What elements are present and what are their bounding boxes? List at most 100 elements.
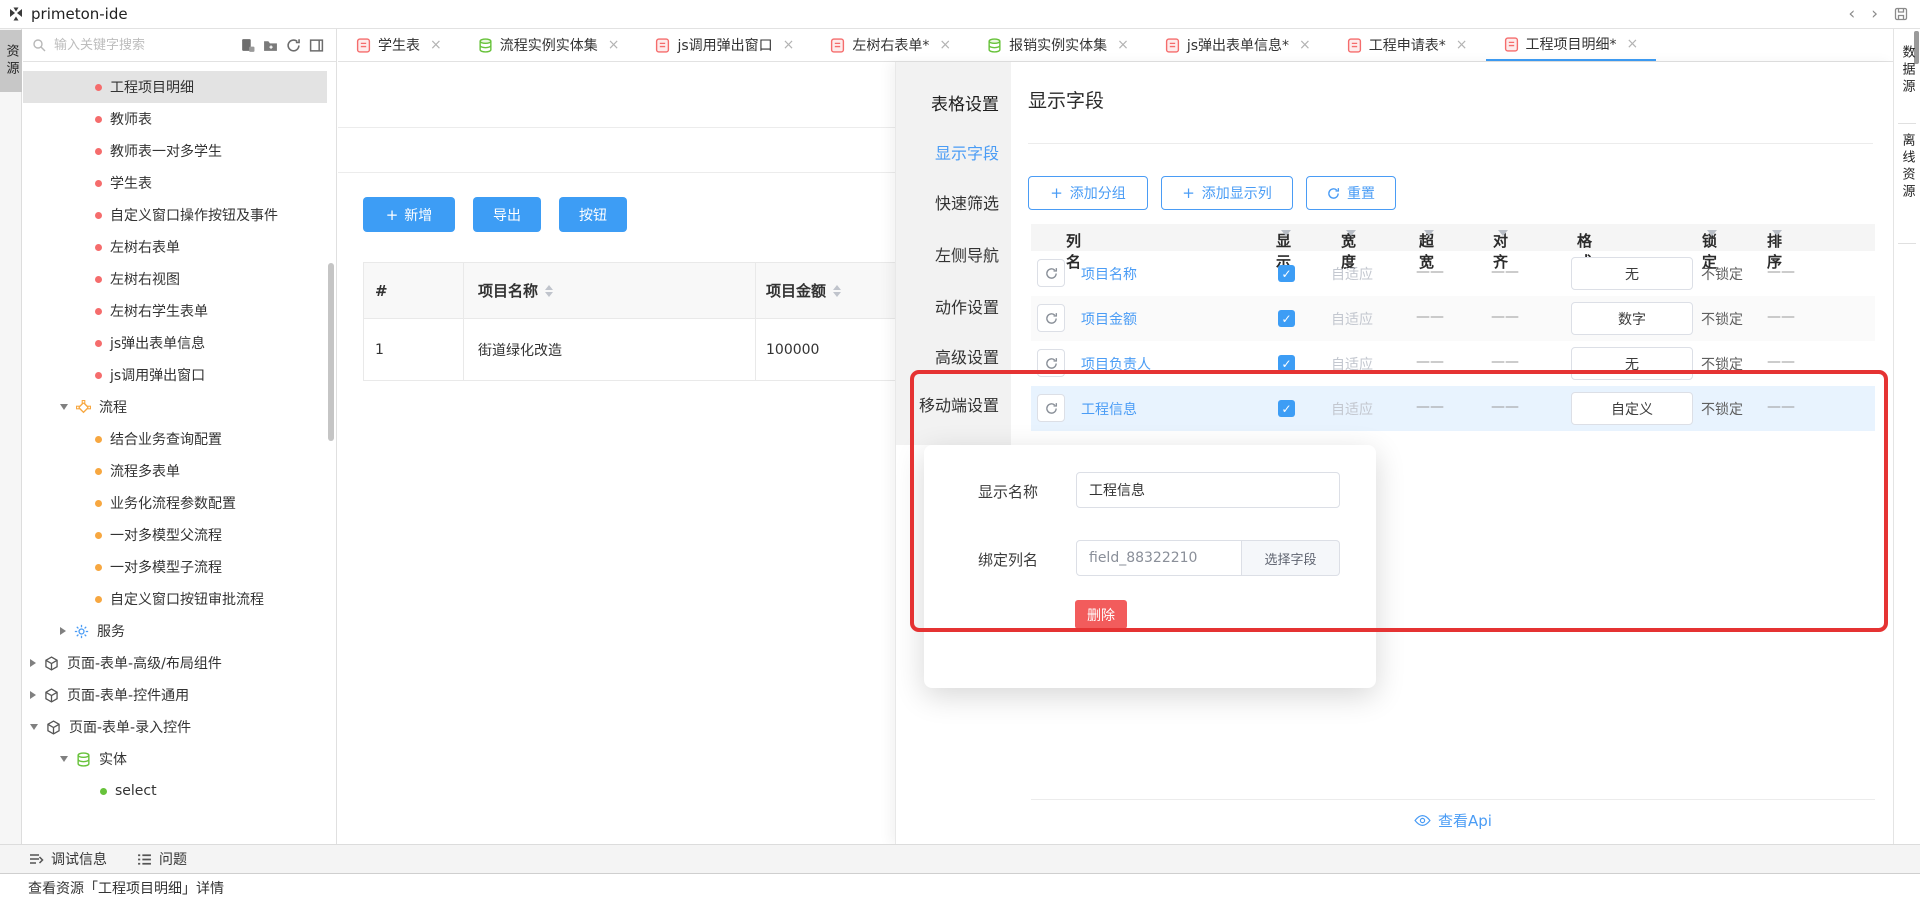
menu-item-action-settings[interactable]: 动作设置 [935, 294, 999, 318]
tab-js-popup-form-info[interactable]: js弹出表单信息* × [1147, 29, 1329, 61]
align-value[interactable]: —— [1491, 354, 1519, 370]
menu-item-left-nav[interactable]: 左侧导航 [935, 242, 999, 266]
chevron-down-icon[interactable] [60, 404, 68, 410]
tree-item[interactable]: 左树右视图 [23, 263, 327, 295]
collapse-panel-icon[interactable] [309, 38, 324, 53]
width-value[interactable]: 自适应 [1331, 264, 1373, 284]
width-value[interactable]: 自适应 [1331, 309, 1373, 329]
lock-value[interactable]: 不锁定 [1701, 399, 1743, 419]
tree-node-flow[interactable]: 流程 [23, 391, 327, 423]
sync-field-button[interactable] [1037, 304, 1065, 332]
save-icon[interactable] [1894, 7, 1908, 21]
menu-item-mobile-settings[interactable]: 移动端设置 [919, 392, 999, 416]
chevron-right-icon[interactable] [30, 691, 36, 699]
tree-item[interactable]: 自定义窗口操作按钮及事件 [23, 199, 327, 231]
field-name-link[interactable]: 项目负责人 [1081, 354, 1151, 374]
sort-icon[interactable] [833, 285, 841, 297]
menu-item-advanced-settings[interactable]: 高级设置 [935, 344, 999, 368]
chevron-right-icon[interactable] [30, 659, 36, 667]
tree-item[interactable]: 结合业务查询配置 [23, 423, 327, 455]
delete-button[interactable]: 删除 [1075, 600, 1127, 629]
lock-value[interactable]: 不锁定 [1701, 309, 1743, 329]
sort-value[interactable]: —— [1767, 264, 1795, 280]
locate-file-icon[interactable] [240, 38, 255, 53]
sync-field-button[interactable] [1037, 394, 1065, 422]
format-button[interactable]: 无 [1571, 257, 1693, 290]
tree-node-package[interactable]: 页面-表单-录入控件 [23, 711, 327, 743]
overwide-value[interactable]: —— [1416, 354, 1444, 370]
show-checkbox[interactable]: ✓ [1278, 355, 1295, 372]
new-folder-icon[interactable] [263, 38, 278, 53]
tab-reimburse-entity-set[interactable]: 报销实例实体集 × [969, 29, 1147, 61]
field-row[interactable]: 项目金额 ✓ 自适应 —— —— 数字 不锁定 —— [1031, 296, 1875, 341]
rail-tab-datasource[interactable]: 数据源 [1894, 45, 1920, 96]
format-button[interactable]: 无 [1571, 347, 1693, 380]
sync-field-button[interactable] [1037, 349, 1065, 377]
tab-process-entity-set[interactable]: 流程实例实体集 × [460, 29, 638, 61]
debug-info-tab[interactable]: 调试信息 [28, 849, 107, 869]
close-icon[interactable]: × [608, 37, 620, 53]
tree-item[interactable]: select [23, 775, 327, 807]
close-icon[interactable]: × [1627, 36, 1639, 52]
tab-project-apply-form[interactable]: 工程申请表* × [1329, 29, 1486, 61]
sidebar-scrollbar[interactable] [328, 263, 334, 441]
field-row-selected[interactable]: 工程信息 ✓ 自适应 —— —— 自定义 不锁定 —— [1031, 386, 1875, 431]
tree-item[interactable]: js弹出表单信息 [23, 327, 327, 359]
rail-tab-offline-resources[interactable]: 离线资源 [1894, 133, 1920, 201]
col-name-header[interactable]: 项目名称 [464, 263, 756, 318]
search-input[interactable] [52, 37, 222, 54]
chevron-down-icon[interactable] [30, 724, 38, 730]
add-display-column-button[interactable]: +添加显示列 [1161, 176, 1293, 210]
tab-student-table[interactable]: 学生表 × [338, 29, 460, 61]
sort-value[interactable]: —— [1767, 309, 1795, 325]
show-checkbox[interactable]: ✓ [1278, 400, 1295, 417]
export-button[interactable]: 导出 [473, 197, 541, 232]
field-row[interactable]: 项目名称 ✓ 自适应 —— —— 无 不锁定 —— [1031, 251, 1875, 296]
reset-button[interactable]: 重置 [1306, 176, 1396, 210]
history-forward-icon[interactable]: › [1871, 6, 1878, 23]
overwide-value[interactable]: —— [1416, 309, 1444, 325]
tree-item[interactable]: 教师表一对多学生 [23, 135, 327, 167]
field-row[interactable]: 项目负责人 ✓ 自适应 —— —— 无 不锁定 —— [1031, 341, 1875, 386]
overwide-value[interactable]: —— [1416, 399, 1444, 415]
tree-item[interactable]: 业务化流程参数配置 [23, 487, 327, 519]
display-name-input[interactable] [1076, 472, 1340, 508]
tree-node-package[interactable]: 页面-表单-高级/布局组件 [23, 647, 327, 679]
close-icon[interactable]: × [939, 37, 951, 53]
align-value[interactable]: —— [1491, 399, 1519, 415]
align-value[interactable]: —— [1491, 309, 1519, 325]
tab-left-tree-right-form[interactable]: 左树右表单* × [812, 29, 969, 61]
field-name-link[interactable]: 项目名称 [1081, 264, 1137, 284]
tree-node-entity[interactable]: 实体 [23, 743, 327, 775]
problems-tab[interactable]: 问题 [137, 849, 187, 869]
bind-column-input[interactable] [1076, 540, 1242, 576]
chevron-down-icon[interactable] [60, 756, 68, 762]
close-icon[interactable]: × [783, 37, 795, 53]
refresh-icon[interactable] [286, 38, 301, 53]
menu-item-display-fields[interactable]: 显示字段 [935, 140, 999, 164]
tree-item[interactable]: 左树右学生表单 [23, 295, 327, 327]
tree-item[interactable]: 工程项目明细 [23, 71, 327, 103]
close-icon[interactable]: × [1117, 37, 1129, 53]
tree-item[interactable]: 流程多表单 [23, 455, 327, 487]
align-value[interactable]: —— [1491, 264, 1519, 280]
tree-item[interactable]: 一对多模型父流程 [23, 519, 327, 551]
chevron-right-icon[interactable] [60, 627, 66, 635]
pick-field-button[interactable]: 选择字段 [1242, 540, 1340, 576]
width-value[interactable]: 自适应 [1331, 399, 1373, 419]
overwide-value[interactable]: —— [1416, 264, 1444, 280]
field-name-link[interactable]: 项目金额 [1081, 309, 1137, 329]
tree-item[interactable]: js调用弹出窗口 [23, 359, 327, 391]
lock-value[interactable]: 不锁定 [1701, 354, 1743, 374]
tree-node-package[interactable]: 页面-表单-控件通用 [23, 679, 327, 711]
history-back-icon[interactable]: ‹ [1848, 6, 1855, 23]
add-button[interactable]: +新增 [363, 197, 455, 232]
sort-value[interactable]: —— [1767, 399, 1795, 415]
format-button[interactable]: 自定义 [1571, 392, 1693, 425]
tab-project-detail-active[interactable]: 工程项目明细* × [1486, 29, 1657, 61]
tree-item[interactable]: 左树右表单 [23, 231, 327, 263]
custom-button[interactable]: 按钮 [559, 197, 627, 232]
tree-item[interactable]: 教师表 [23, 103, 327, 135]
add-group-button[interactable]: +添加分组 [1028, 176, 1148, 210]
show-checkbox[interactable]: ✓ [1278, 265, 1295, 282]
